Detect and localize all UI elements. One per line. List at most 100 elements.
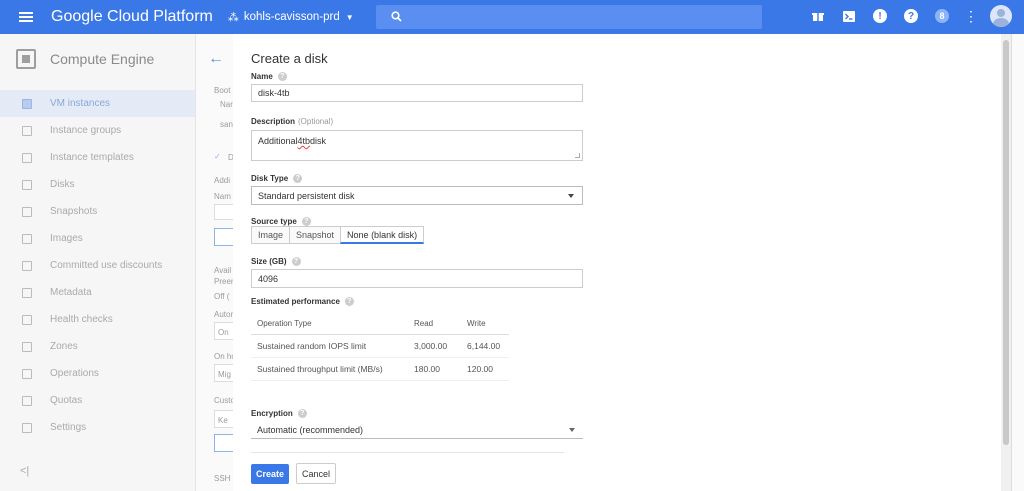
sidebar-item-label: Health checks <box>50 314 113 325</box>
bg-button-2 <box>214 434 234 452</box>
encryption-value: Automatic (recommended) <box>257 424 364 435</box>
size-field[interactable]: 4096 <box>251 269 583 288</box>
description-text-end: disk <box>310 136 327 146</box>
sidebar-item-instance-templates[interactable]: Instance templates <box>0 144 195 171</box>
sidebar-title: Compute Engine <box>50 51 155 67</box>
chevron-down-icon: ▼ <box>345 12 354 22</box>
collapse-sidebar-icon[interactable]: <| <box>20 465 29 477</box>
bg-mig-text: Mig <box>218 370 231 379</box>
column-header: Read <box>408 314 461 335</box>
help-icon[interactable]: ? <box>297 409 307 418</box>
description-label: Description (Optional) <box>251 117 333 126</box>
source-snapshot-button[interactable]: Snapshot <box>289 226 342 244</box>
project-name: kohls-cavisson-prd <box>243 11 340 23</box>
project-icon: ⁂ <box>227 11 239 24</box>
compute-engine-icon <box>16 49 36 69</box>
sidebar-item-metadata[interactable]: Metadata <box>0 279 195 306</box>
table-cell: 120.00 <box>461 357 509 381</box>
back-arrow-icon[interactable]: ← <box>208 50 224 68</box>
sidebar-item-snapshots[interactable]: Snapshots <box>0 198 195 225</box>
spellcheck-word: 4tb <box>297 136 311 146</box>
sidebar-item-label: Operations <box>50 368 99 379</box>
sidebar-item-label: Zones <box>50 341 78 352</box>
perf-label: Estimated performance? <box>251 297 354 306</box>
help-icon[interactable]: ? <box>291 257 301 266</box>
column-header: Operation Type <box>251 314 408 335</box>
disk-type-select[interactable]: Standard persistent disk <box>251 186 583 205</box>
sidebar-item-quotas[interactable]: Quotas <box>0 387 195 414</box>
scrollbar[interactable] <box>1001 34 1011 491</box>
sidebar-item-instance-groups[interactable]: Instance groups <box>0 117 195 144</box>
sidebar-item-label: Committed use discounts <box>50 260 163 271</box>
disk-type-value: Standard persistent disk <box>258 190 355 201</box>
sidebar-item-settings[interactable]: Settings <box>0 414 195 441</box>
hamburger-menu-icon[interactable] <box>19 12 33 22</box>
gift-icon[interactable] <box>811 9 825 23</box>
sidebar-item-disks[interactable]: Disks <box>0 171 195 198</box>
clock-icon <box>22 368 32 379</box>
name-label-text: Name <box>251 72 273 81</box>
cancel-button[interactable]: Cancel <box>296 463 336 484</box>
bg-name-label: Nar <box>220 100 233 109</box>
sidebar-item-health-checks[interactable]: Health checks <box>0 306 195 333</box>
sidebar-item-zones[interactable]: Zones <box>0 333 195 360</box>
cloud-shell-icon[interactable] <box>842 9 856 23</box>
bg-check-icon: ✓ <box>214 152 221 161</box>
create-button[interactable]: Create <box>251 464 289 484</box>
project-selector[interactable]: ⁂ kohls-cavisson-prd ▼ <box>228 11 354 24</box>
bg-ssh-label: SSH <box>214 474 231 483</box>
optional-hint: (Optional) <box>298 117 334 126</box>
sidebar: Compute Engine VM instances Instance gro… <box>0 34 196 491</box>
snapshot-icon <box>22 206 32 217</box>
size-label: Size (GB)? <box>251 257 301 266</box>
sidebar-item-vm-instances[interactable]: VM instances <box>0 90 195 117</box>
bg-avail-label: Avail <box>214 266 232 275</box>
bg-boot-label: Boot <box>214 86 231 95</box>
source-none-button[interactable]: None (blank disk) <box>340 226 425 244</box>
sidebar-item-label: Disks <box>50 179 75 190</box>
sidebar-item-label: Instance groups <box>50 125 122 136</box>
more-vert-icon[interactable]: ⋮ <box>964 8 978 25</box>
zones-icon <box>22 341 32 352</box>
disk-name-field[interactable]: disk-4tb <box>251 84 583 102</box>
bg-nam-label: Nam <box>214 192 231 201</box>
column-header: Write <box>461 314 509 335</box>
sidebar-item-label: Metadata <box>50 287 92 298</box>
notifications-icon[interactable]: ! <box>873 9 887 23</box>
bg-cust-label: Custo <box>214 396 235 405</box>
table-header-row: Operation Type Read Write <box>251 314 509 335</box>
help-icon[interactable]: ? <box>293 174 303 183</box>
sidebar-nav: VM instances Instance groups Instance te… <box>0 90 195 441</box>
create-disk-panel: Create a disk Name? disk-4tb Description… <box>233 34 1012 491</box>
source-image-button[interactable]: Image <box>251 226 291 244</box>
disk-icon <box>22 179 32 190</box>
bg-addi-label: Addi <box>214 176 231 185</box>
help-icon[interactable]: ? <box>277 72 287 81</box>
help-icon[interactable]: ? <box>301 217 311 226</box>
sidebar-item-label: Snapshots <box>50 206 98 217</box>
avatar[interactable] <box>990 5 1012 27</box>
disk-type-label: Disk Type? <box>251 174 303 183</box>
help-icon[interactable]: ? <box>344 297 354 306</box>
scrollbar-thumb[interactable] <box>1003 40 1009 445</box>
encryption-select[interactable]: Automatic (recommended) <box>251 421 583 439</box>
description-text: Additional <box>258 136 298 146</box>
image-icon <box>22 233 32 244</box>
name-label: Name? <box>251 72 287 81</box>
health-icon <box>22 314 32 325</box>
source-type-label-text: Source type <box>251 217 297 226</box>
sidebar-item-label: Images <box>50 233 83 244</box>
sidebar-item-operations[interactable]: Operations <box>0 360 195 387</box>
sidebar-item-committed-use-discounts[interactable]: Committed use discounts <box>0 252 195 279</box>
account-badge[interactable]: 8 <box>935 9 949 23</box>
search-input[interactable] <box>376 5 762 29</box>
sidebar-item-images[interactable]: Images <box>0 225 195 252</box>
description-textarea[interactable]: Additional 4tb disk <box>251 130 583 161</box>
help-icon[interactable]: ? <box>904 9 918 23</box>
brand-title[interactable]: Google Cloud Platform <box>51 8 213 26</box>
sidebar-item-label: Settings <box>50 422 87 433</box>
source-type-label: Source type? <box>251 217 311 226</box>
resize-handle-icon[interactable] <box>575 153 580 158</box>
bg-on-text: On <box>218 328 229 337</box>
table-row: Sustained throughput limit (MB/s) 180.00… <box>251 357 509 381</box>
